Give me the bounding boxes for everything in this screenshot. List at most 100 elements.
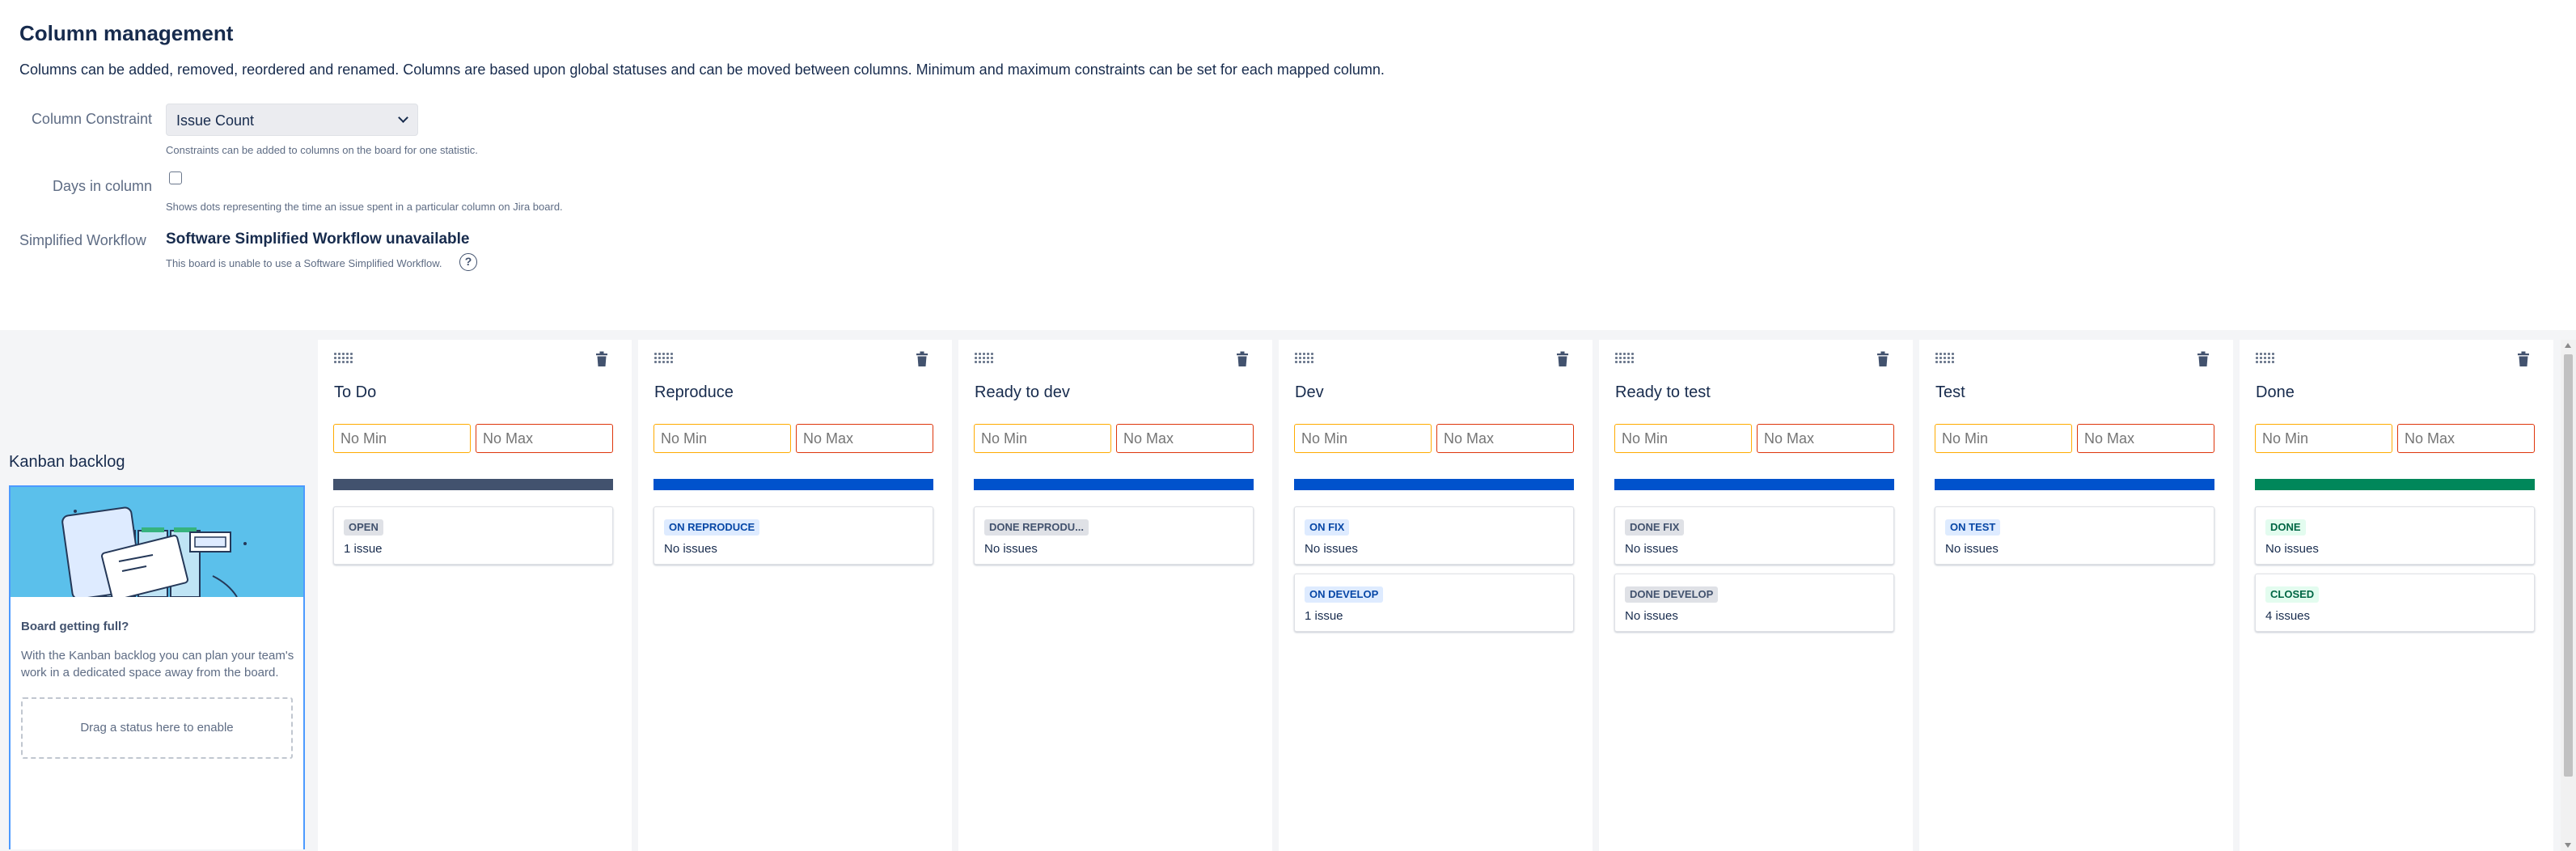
scrollbar-thumb[interactable] [2564,354,2573,777]
column-min-input[interactable] [1614,424,1752,453]
status-lozenge: DONE DEVELOP [1625,586,1719,603]
status-lozenge: OPEN [344,519,383,536]
column-status-color-bar[interactable] [974,479,1254,490]
column-constraint-select[interactable]: Issue Count [166,104,418,136]
column-name[interactable]: Reproduce [654,383,734,402]
status-card[interactable]: DONE DEVELOP No issues [1614,574,1894,632]
status-card[interactable]: DONE FIX No issues [1614,506,1894,565]
status-card[interactable]: ON DEVELOP 1 issue [1294,574,1574,632]
column-constraint-hint: Constraints can be added to columns on t… [166,144,478,156]
help-icon[interactable]: ? [459,253,477,271]
column-min-input[interactable] [654,424,791,453]
column-name[interactable]: Done [2256,383,2295,402]
column-max-input[interactable] [2397,424,2535,453]
status-card[interactable]: ON TEST No issues [1935,506,2214,565]
scroll-up-arrow-icon[interactable] [2565,343,2571,348]
board-column[interactable]: Test ON TEST No issues [1919,340,2233,851]
page-title: Column management [19,21,234,45]
column-name[interactable]: Ready to dev [975,383,1070,402]
drag-handle-icon[interactable] [1615,353,1636,364]
column-status-color-bar[interactable] [1935,479,2214,490]
column-min-input[interactable] [1935,424,2072,453]
issue-count: No issues [1305,542,1358,556]
status-lozenge: DONE [2265,519,2306,536]
drag-handle-icon[interactable] [2256,353,2277,364]
vertical-scrollbar[interactable] [2561,340,2576,851]
trash-icon[interactable] [2516,351,2531,367]
board-column[interactable]: Reproduce ON REPRODUCE No issues [638,340,952,851]
board-column[interactable]: Ready to dev DONE REPRODU... No issues [958,340,1272,851]
drag-handle-icon[interactable] [1295,353,1316,364]
column-max-input[interactable] [476,424,613,453]
status-card[interactable]: OPEN 1 issue [333,506,613,565]
column-status-color-bar[interactable] [654,479,933,490]
status-lozenge: ON REPRODUCE [664,519,760,536]
issue-count: No issues [664,542,717,556]
column-name[interactable]: Ready to test [1615,383,1711,402]
backlog-dropzone[interactable]: Drag a status here to enable [21,697,293,759]
issue-count: 1 issue [1305,609,1343,623]
backlog-heading: Board getting full? [21,620,129,633]
drag-handle-icon[interactable] [654,353,675,364]
board-column[interactable]: To Do OPEN 1 issue [318,340,632,851]
issue-count: No issues [984,542,1038,556]
trash-icon[interactable] [2196,351,2210,367]
status-card[interactable]: ON REPRODUCE No issues [654,506,933,565]
days-in-column-hint: Shows dots representing the time an issu… [166,201,563,213]
scroll-down-arrow-icon[interactable] [2565,843,2571,848]
column-name[interactable]: Dev [1295,383,1324,402]
status-lozenge: DONE REPRODU... [984,519,1089,536]
trash-icon[interactable] [1235,351,1250,367]
trash-icon[interactable] [915,351,929,367]
issue-count: No issues [1945,542,1999,556]
column-max-input[interactable] [1436,424,1574,453]
column-max-input[interactable] [2077,424,2214,453]
days-in-column-label: Days in column [52,178,152,194]
issue-count: 1 issue [344,542,383,556]
board-columns-area: Kanban backlog Board getting full? With … [0,330,2576,851]
simplified-workflow-label: Simplified Workflow [19,232,146,248]
column-constraint-value: Issue Count [176,112,255,129]
status-card[interactable]: DONE REPRODU... No issues [974,506,1254,565]
simplified-workflow-status: Software Simplified Workflow unavailable [166,231,470,248]
column-name[interactable]: To Do [334,383,376,402]
trash-icon[interactable] [594,351,609,367]
drag-handle-icon[interactable] [334,353,355,364]
column-max-input[interactable] [1757,424,1894,453]
kanban-backlog-illustration [11,487,303,597]
chevron-down-icon [400,114,408,122]
column-name[interactable]: Test [1935,383,1965,402]
status-card[interactable]: ON FIX No issues [1294,506,1574,565]
drag-handle-icon[interactable] [1935,353,1956,364]
issue-count: No issues [1625,542,1678,556]
column-max-input[interactable] [796,424,933,453]
kanban-backlog-title: Kanban backlog [9,453,125,471]
column-status-color-bar[interactable] [2255,479,2535,490]
column-status-color-bar[interactable] [333,479,613,490]
status-lozenge: CLOSED [2265,586,2320,603]
column-min-input[interactable] [2255,424,2392,453]
trash-icon[interactable] [1555,351,1570,367]
status-card[interactable]: DONE No issues [2255,506,2535,565]
issue-count: No issues [2265,542,2319,556]
simplified-workflow-hint: This board is unable to use a Software S… [166,257,442,269]
status-card[interactable]: CLOSED 4 issues [2255,574,2535,632]
trash-icon[interactable] [1876,351,1890,367]
column-min-input[interactable] [974,424,1111,453]
status-lozenge: ON TEST [1945,519,2001,536]
column-constraint-label: Column Constraint [31,111,152,127]
board-column[interactable]: Done DONE No issues CLOSED 4 issues [2240,340,2553,851]
drag-handle-icon[interactable] [975,353,996,364]
board-column[interactable]: Ready to test DONE FIXNo issues DONE DEVEL… [1599,340,1913,851]
column-min-input[interactable] [333,424,471,453]
days-in-column-checkbox[interactable] [169,171,182,184]
column-max-input[interactable] [1116,424,1254,453]
backlog-description: With the Kanban backlog you can plan you… [21,649,294,680]
kanban-backlog-panel: Board getting full? With the Kanban back… [9,485,305,849]
column-settings-section: Column management Columns can be added, … [0,0,2576,330]
column-status-color-bar[interactable] [1294,479,1574,490]
column-min-input[interactable] [1294,424,1432,453]
board-column[interactable]: Dev ON FIX No issues ON DEVELOP 1 issue [1279,340,1593,851]
column-status-color-bar[interactable] [1614,479,1894,490]
issue-count: No issues [1625,609,1678,623]
